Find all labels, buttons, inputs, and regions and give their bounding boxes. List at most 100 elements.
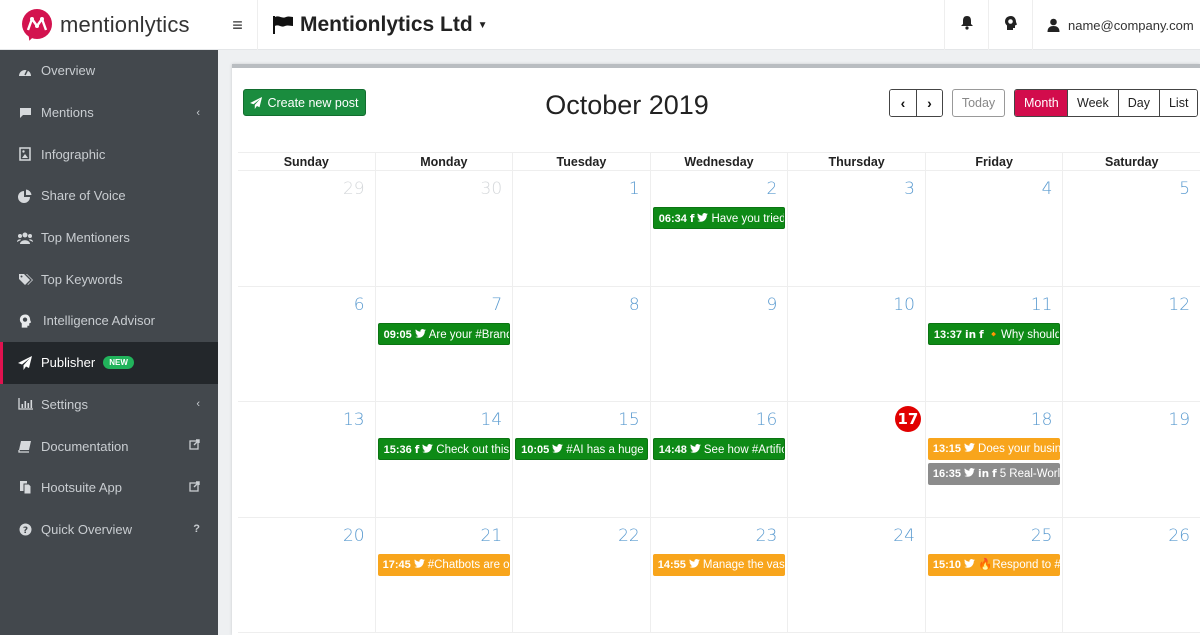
- view-month-button[interactable]: Month: [1015, 90, 1067, 116]
- dashboard-icon: [17, 63, 33, 79]
- day-cell[interactable]: 14 15:36 f Check out this: [374, 402, 513, 517]
- day-cell[interactable]: 8: [512, 286, 650, 401]
- post-time: 13:37: [933, 328, 963, 341]
- day-cell[interactable]: 9: [649, 286, 788, 401]
- sidebar-item-top-keywords[interactable]: Top Keywords: [0, 258, 218, 300]
- view-week-button[interactable]: Week: [1067, 90, 1118, 116]
- day-cell[interactable]: 24: [787, 517, 925, 632]
- day-cell[interactable]: 6: [238, 287, 375, 402]
- date-number: 29: [342, 179, 365, 199]
- sidebar-item-quick-overview[interactable]: ? Quick Overview ?: [0, 509, 218, 551]
- day-cell[interactable]: 17: [787, 402, 925, 517]
- events-list: 13:15 Does your busin 16:35 in f 5 Real-Worl: [927, 438, 1061, 488]
- sidebar-item-mentions[interactable]: Mentions ‹: [0, 92, 218, 134]
- post-event[interactable]: 14:48 See how #Artific: [652, 438, 786, 460]
- users-icon: [17, 230, 33, 246]
- sidebar-item-label: Top Mentioners: [41, 230, 130, 246]
- new-badge: NEW: [103, 356, 134, 370]
- logo[interactable]: mentionlytics: [0, 0, 218, 50]
- external-link-icon: [189, 481, 200, 495]
- day-cell[interactable]: 19: [1062, 402, 1200, 517]
- day-cell[interactable]: 22: [512, 517, 650, 632]
- day-cell[interactable]: 1: [512, 171, 650, 286]
- date-number: 1: [628, 179, 640, 199]
- day-cell[interactable]: 15 10:05 #AI has a huge p: [512, 402, 650, 517]
- day-cell[interactable]: 2 06:34 f Have you tried: [649, 171, 788, 286]
- twitter-icon: [697, 213, 709, 225]
- image-icon: [17, 146, 33, 162]
- sidebar-item-hootsuite-app[interactable]: Hootsuite App: [0, 467, 218, 509]
- menu-toggle-button[interactable]: ≡: [218, 0, 258, 50]
- day-cell[interactable]: 25 15:10 🔥Respond to #: [924, 517, 1063, 632]
- create-new-post-button[interactable]: Create new post: [243, 89, 366, 116]
- post-event[interactable]: 15:36 f Check out this: [377, 438, 511, 460]
- post-event[interactable]: 16:35 in f 5 Real-Worl: [927, 463, 1061, 485]
- weekday-label: Friday: [924, 153, 1063, 170]
- month-grid: Sunday Monday Tuesday Wednesday Thursday…: [238, 152, 1200, 633]
- day-cell[interactable]: 5: [1062, 171, 1200, 286]
- logo-text: mentionlytics: [60, 12, 190, 37]
- sidebar-item-infographic[interactable]: Infographic: [0, 133, 218, 175]
- day-cell[interactable]: 16 14:48 See how #Artific: [649, 402, 788, 517]
- day-cell[interactable]: 7 09:05 Are your #Brand: [374, 286, 513, 401]
- post-event[interactable]: 06:34 f Have you tried: [652, 207, 786, 229]
- date-number: 6: [353, 294, 365, 315]
- week-row: 29 30 1 2 06:34 f Have you tried 3 4 5: [238, 171, 1200, 287]
- sidebar-item-label: Hootsuite App: [41, 480, 122, 496]
- post-text: Are your #Brand: [428, 328, 511, 341]
- organization-name: Mentionlytics Ltd: [300, 13, 473, 36]
- date-number: 20: [342, 525, 365, 546]
- post-time: 17:45: [382, 558, 411, 571]
- post-event[interactable]: 14:55 Manage the vas: [652, 553, 786, 576]
- notifications-button[interactable]: [944, 0, 988, 50]
- events-list: 14:55 Manage the vas: [652, 553, 786, 579]
- day-cell[interactable]: 4: [924, 171, 1063, 286]
- sidebar-item-label: Infographic: [41, 146, 106, 162]
- mentionlytics-logo-icon: [22, 9, 52, 43]
- date-number: 8: [628, 294, 640, 315]
- day-cell[interactable]: 18 13:15 Does your busin 16:35 in f 5 Real-Wor…: [924, 402, 1063, 517]
- bar-chart-icon: [17, 396, 33, 412]
- post-event[interactable]: 10:05 #AI has a huge p: [515, 438, 648, 460]
- day-cell[interactable]: 11 13:37 in f 🔸Why should: [924, 286, 1063, 401]
- day-cell[interactable]: 23 14:55 Manage the vas: [649, 517, 788, 632]
- prev-month-button[interactable]: ‹: [890, 90, 916, 116]
- day-cell[interactable]: 3: [787, 171, 925, 286]
- post-event[interactable]: 17:45 #Chatbots are o: [377, 553, 511, 576]
- date-number: 24: [893, 525, 915, 546]
- sidebar-item-publisher[interactable]: Publisher NEW: [0, 341, 218, 384]
- sidebar-item-settings[interactable]: Settings ‹: [0, 384, 218, 426]
- day-cell[interactable]: 26: [1062, 517, 1200, 632]
- date-number: 18: [1030, 410, 1053, 430]
- events-list: 14:48 See how #Artific: [652, 438, 786, 463]
- user-menu[interactable]: name@company.com ▼: [1032, 0, 1200, 50]
- day-cell[interactable]: 29: [238, 171, 375, 286]
- sidebar-item-documentation[interactable]: Documentation: [0, 425, 218, 467]
- day-cell[interactable]: 12: [1062, 286, 1200, 401]
- next-month-button[interactable]: ›: [916, 90, 942, 116]
- organization-selector[interactable]: Mentionlytics Ltd ▼: [272, 0, 488, 50]
- day-cell[interactable]: 20: [238, 518, 375, 633]
- sidebar-item-overview[interactable]: Overview: [0, 50, 218, 92]
- view-day-button[interactable]: Day: [1117, 90, 1159, 116]
- events-list: 17:45 #Chatbots are o: [377, 553, 511, 579]
- post-event[interactable]: 15:10 🔥Respond to #: [927, 553, 1061, 576]
- today-button[interactable]: Today: [952, 89, 1005, 117]
- day-cell[interactable]: 13: [238, 402, 375, 517]
- day-cell[interactable]: 30: [374, 171, 513, 286]
- copy-icon: [17, 480, 33, 496]
- post-text: See how #Artific: [703, 444, 786, 456]
- day-cell[interactable]: 10: [787, 286, 925, 401]
- post-time: 13:15: [932, 443, 962, 455]
- create-new-post-label: Create new post: [267, 95, 359, 110]
- sidebar-item-share-of-voice[interactable]: Share of Voice: [0, 175, 218, 217]
- day-cell[interactable]: 21 17:45 #Chatbots are o: [374, 517, 513, 632]
- sidebar-item-top-mentioners[interactable]: Top Mentioners: [0, 217, 218, 259]
- sidebar-item-intelligence-advisor[interactable]: Intelligence Advisor: [0, 300, 218, 342]
- intelligence-button[interactable]: [988, 0, 1032, 50]
- view-list-button[interactable]: List: [1158, 90, 1198, 116]
- post-event[interactable]: 13:37 in f 🔸Why should: [927, 322, 1061, 345]
- post-event[interactable]: 09:05 Are your #Brand: [377, 322, 511, 345]
- help-marker: ?: [193, 523, 200, 536]
- post-event[interactable]: 13:15 Does your busin: [927, 438, 1061, 460]
